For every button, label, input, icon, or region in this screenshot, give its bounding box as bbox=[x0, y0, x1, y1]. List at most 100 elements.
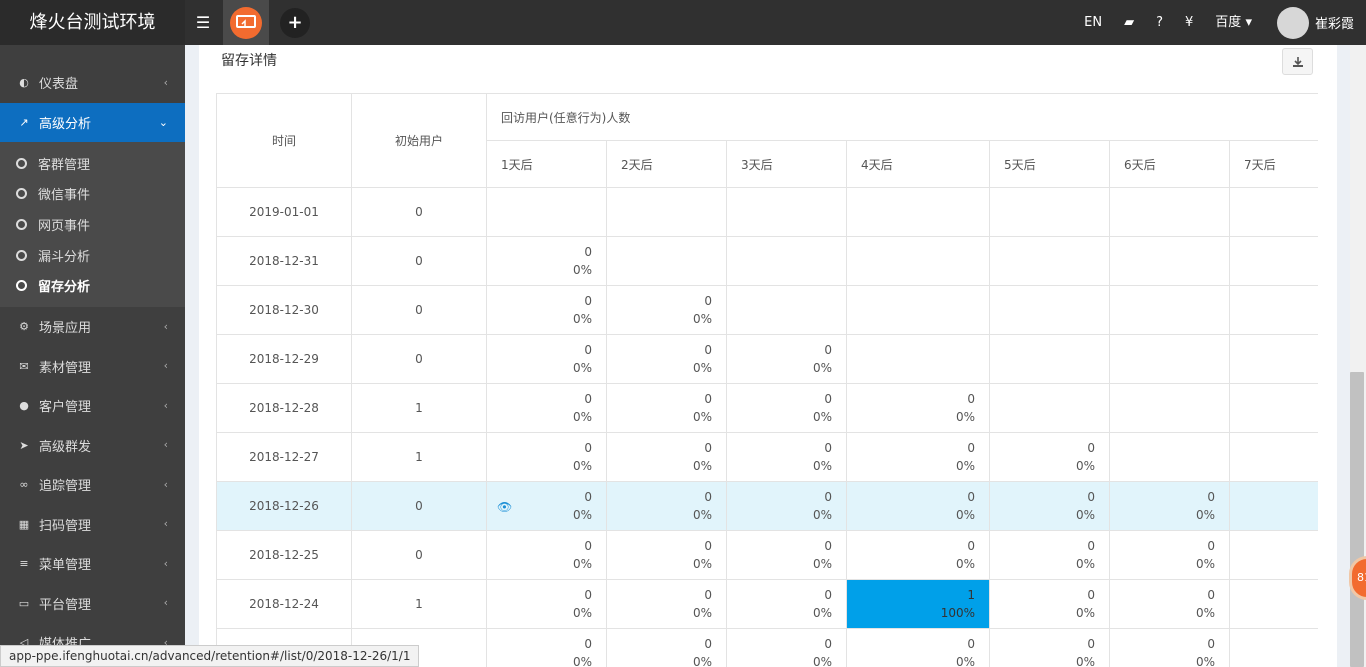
cell-retention[interactable] bbox=[989, 334, 1110, 384]
cell-retention[interactable]: 0 0% bbox=[726, 334, 847, 384]
eye-icon[interactable]: 👁 bbox=[497, 498, 512, 516]
cell-retention[interactable] bbox=[1228, 530, 1318, 580]
table-row[interactable]: 2018-12-24 1 0 0% 0 0% 0 0% 1 100% 0 0% 0 0% bbox=[216, 579, 1318, 629]
cell-retention[interactable]: 0 0% bbox=[606, 432, 727, 482]
cell-retention[interactable] bbox=[486, 187, 607, 237]
cell-retention[interactable]: 0 0% bbox=[486, 236, 607, 286]
table-row[interactable]: 2018-12-31 0 0 0% bbox=[216, 236, 1318, 286]
cell-retention[interactable]: 0 0% bbox=[846, 481, 990, 531]
sidebar-subitem-web-events[interactable]: 网页事件 bbox=[0, 209, 185, 240]
language-toggle[interactable]: EN bbox=[1073, 0, 1113, 45]
sidebar-item-qrcode[interactable]: ▦ 扫码管理 ‹ bbox=[0, 504, 185, 544]
account-dropdown[interactable]: 百度 ▾ bbox=[1204, 0, 1263, 45]
cell-retention[interactable] bbox=[1228, 285, 1318, 335]
cell-retention[interactable]: 0 0% bbox=[1109, 481, 1230, 531]
cell-retention[interactable]: 👁 0 0% bbox=[486, 481, 607, 531]
sidebar-item-customers[interactable]: ● 客户管理 ‹ bbox=[0, 386, 185, 426]
sidebar-subitem-audience[interactable]: 客群管理 bbox=[0, 148, 185, 179]
cell-retention[interactable] bbox=[1109, 285, 1230, 335]
cell-retention[interactable]: 0 0% bbox=[726, 530, 847, 580]
sidebar-subitem-retention[interactable]: 留存分析 bbox=[0, 270, 185, 301]
cell-retention[interactable] bbox=[1228, 628, 1318, 667]
cell-retention[interactable]: 0 0% bbox=[606, 628, 727, 667]
cell-retention[interactable] bbox=[726, 236, 847, 286]
sidebar-item-tracking[interactable]: ∞ 追踪管理 ‹ bbox=[0, 465, 185, 505]
cell-retention[interactable] bbox=[846, 334, 990, 384]
retention-table-wrapper[interactable]: 时间 初始用户 回访用户(任意行为)人数 1天后 2天后 3天后 4天后 5天后 6天后 7… bbox=[216, 93, 1318, 667]
cell-retention[interactable]: 0 0% bbox=[486, 383, 607, 433]
cell-retention[interactable] bbox=[1228, 334, 1318, 384]
cell-retention[interactable]: 0 0% bbox=[726, 579, 847, 629]
cell-retention[interactable]: 0 0% bbox=[606, 530, 727, 580]
cell-retention[interactable] bbox=[606, 187, 727, 237]
table-row[interactable]: 2018-12-30 0 0 0% 0 0% bbox=[216, 285, 1318, 335]
cell-retention[interactable]: 0 0% bbox=[606, 383, 727, 433]
table-row[interactable]: 2018-12-25 0 0 0% 0 0% 0 0% 0 0% 0 0% 0 0% bbox=[216, 530, 1318, 580]
cell-retention[interactable] bbox=[1228, 236, 1318, 286]
brand-title[interactable]: 烽火台测试环境 bbox=[0, 0, 185, 45]
cell-retention[interactable] bbox=[1228, 579, 1318, 629]
help-icon[interactable]: ? bbox=[1145, 0, 1174, 45]
cell-retention[interactable]: 0 0% bbox=[486, 432, 607, 482]
cell-retention[interactable] bbox=[726, 187, 847, 237]
cell-retention[interactable]: 0 0% bbox=[989, 530, 1110, 580]
cell-retention[interactable]: 0 0% bbox=[989, 628, 1110, 667]
scrollbar-thumb[interactable] bbox=[1350, 372, 1364, 667]
cell-retention[interactable] bbox=[606, 236, 727, 286]
cell-retention[interactable] bbox=[726, 285, 847, 335]
cell-retention[interactable] bbox=[846, 187, 990, 237]
table-row[interactable]: 2018-12-29 0 0 0% 0 0% 0 0% bbox=[216, 334, 1318, 384]
sidebar-subitem-wechat-events[interactable]: 微信事件 bbox=[0, 179, 185, 210]
sidebar-item-mass-send[interactable]: ➤ 高级群发 ‹ bbox=[0, 425, 185, 465]
cell-retention[interactable]: 0 0% bbox=[846, 432, 990, 482]
table-row[interactable]: 2018-12-27 1 0 0% 0 0% 0 0% 0 0% 0 0% bbox=[216, 432, 1318, 482]
user-name[interactable]: 崔彩霞 bbox=[1315, 13, 1354, 32]
sidebar-item-scenes[interactable]: ⚙ 场景应用 ‹ bbox=[0, 307, 185, 347]
sidebar-subitem-funnel[interactable]: 漏斗分析 bbox=[0, 240, 185, 271]
add-icon[interactable]: + bbox=[280, 8, 310, 38]
sidebar-item-advanced-analysis[interactable]: ↗ 高级分析 ⌄ bbox=[0, 102, 185, 142]
table-row[interactable]: 2018-12-26 0 👁 0 0% 0 0% 0 0% 0 0% 0 0% 0 0% bbox=[216, 481, 1318, 531]
cell-retention[interactable]: 0 0% bbox=[726, 432, 847, 482]
sidebar-item-dashboard[interactable]: ◐ 仪表盘 ‹ bbox=[0, 63, 185, 103]
cell-retention[interactable]: 0 0% bbox=[1109, 530, 1230, 580]
sidebar-item-menu[interactable]: ≡ 菜单管理 ‹ bbox=[0, 544, 185, 584]
cell-retention[interactable]: 0 0% bbox=[989, 481, 1110, 531]
cell-retention[interactable] bbox=[1109, 236, 1230, 286]
cell-retention[interactable]: 0 0% bbox=[989, 579, 1110, 629]
app-logo-button[interactable] bbox=[223, 0, 269, 45]
cell-retention[interactable] bbox=[1228, 481, 1318, 531]
cell-retention[interactable]: 0 0% bbox=[486, 285, 607, 335]
cell-retention[interactable]: 0 0% bbox=[486, 628, 607, 667]
cell-retention[interactable] bbox=[1228, 187, 1318, 237]
avatar[interactable] bbox=[1276, 6, 1309, 39]
cell-retention[interactable] bbox=[1109, 383, 1230, 433]
cell-retention[interactable] bbox=[989, 236, 1110, 286]
cell-retention[interactable] bbox=[989, 383, 1110, 433]
cell-retention[interactable]: 1 100% bbox=[846, 579, 990, 629]
cell-retention[interactable]: 0 0% bbox=[606, 285, 727, 335]
book-icon[interactable]: ▰ bbox=[1113, 0, 1145, 45]
hamburger-menu-icon[interactable]: ☰ bbox=[188, 0, 218, 45]
cell-retention[interactable] bbox=[1109, 334, 1230, 384]
yen-icon[interactable]: ¥ bbox=[1174, 0, 1204, 45]
cell-retention[interactable]: 0 0% bbox=[486, 334, 607, 384]
table-row[interactable]: 2019-01-01 0 bbox=[216, 187, 1318, 237]
cell-retention[interactable]: 0 0% bbox=[606, 481, 727, 531]
cell-retention[interactable] bbox=[846, 236, 990, 286]
cell-retention[interactable]: 0 0% bbox=[726, 383, 847, 433]
cell-retention[interactable]: 0 0% bbox=[1109, 579, 1230, 629]
cell-retention[interactable]: 0 0% bbox=[606, 334, 727, 384]
cell-retention[interactable]: 0 0% bbox=[989, 432, 1110, 482]
cell-retention[interactable] bbox=[1109, 432, 1230, 482]
cell-retention[interactable]: 0 0% bbox=[486, 530, 607, 580]
cell-retention[interactable]: 0 0% bbox=[846, 530, 990, 580]
cell-retention[interactable] bbox=[846, 285, 990, 335]
cell-retention[interactable]: 0 0% bbox=[846, 383, 990, 433]
sidebar-item-platform[interactable]: ▭ 平台管理 ‹ bbox=[0, 583, 185, 623]
sidebar-item-materials[interactable]: ✉ 素材管理 ‹ bbox=[0, 346, 185, 386]
table-row[interactable]: 2018-12-28 1 0 0% 0 0% 0 0% 0 0% bbox=[216, 383, 1318, 433]
download-button[interactable] bbox=[1282, 48, 1313, 75]
cell-retention[interactable] bbox=[1109, 187, 1230, 237]
cell-retention[interactable] bbox=[1228, 432, 1318, 482]
